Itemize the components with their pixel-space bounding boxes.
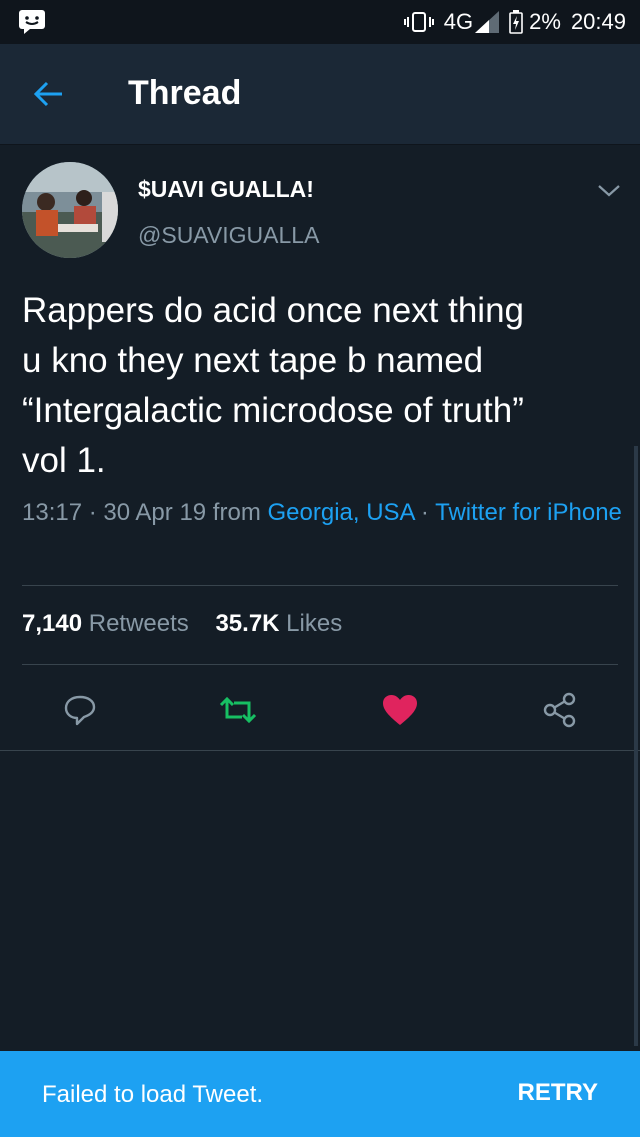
divider	[22, 664, 618, 665]
tweet-actions	[0, 684, 640, 736]
retweets-count: 7,140	[22, 610, 83, 637]
tweet-text: Rappers do acid once next thing u kno th…	[22, 291, 524, 480]
client-link[interactable]: Twitter for iPhone	[435, 499, 622, 526]
vibrate-icon	[403, 12, 434, 32]
share-icon	[543, 692, 576, 728]
back-button[interactable]	[26, 76, 70, 112]
avatar-image	[22, 162, 118, 258]
tweet-stats: 7,140 Retweets 35.7K Likes	[22, 610, 342, 638]
arrow-left-icon	[33, 81, 62, 107]
notification-app-icon	[19, 10, 45, 34]
network-type: 4G	[443, 9, 474, 34]
top-app-bar: Thread	[0, 44, 640, 145]
tweet-timestamp: 13:17 · 30 Apr 19 from	[22, 499, 268, 526]
share-button[interactable]	[534, 684, 586, 736]
status-bar: 4G 2% 20:49	[0, 0, 640, 44]
reply-icon	[64, 695, 96, 726]
heart-icon	[383, 695, 417, 725]
author-name[interactable]: $UAVI GUALLA!	[138, 176, 314, 203]
snackbar-message: Failed to load Tweet.	[42, 1081, 264, 1108]
retweet-button[interactable]	[212, 684, 264, 736]
likes-count: 35.7K	[215, 610, 280, 637]
divider	[22, 585, 618, 586]
divider	[0, 750, 640, 751]
page-title: Thread	[128, 74, 242, 112]
tweet-metadata: 13:17 · 30 Apr 19 from Georgia, USA · Tw…	[22, 496, 622, 529]
meta-separator: ·	[414, 499, 436, 526]
retry-button[interactable]: RETRY	[518, 1079, 598, 1107]
retweets-label: Retweets	[88, 610, 189, 637]
battery-charging-icon	[509, 10, 523, 34]
scrollbar[interactable]	[634, 446, 638, 1046]
likes-stat[interactable]: 35.7K Likes	[215, 610, 342, 637]
clock-time: 20:49	[570, 9, 626, 34]
retweets-stat[interactable]: 7,140 Retweets	[22, 610, 189, 637]
battery-percent: 2%	[529, 9, 561, 34]
chevron-down-icon[interactable]	[594, 178, 624, 202]
avatar[interactable]	[22, 162, 118, 258]
snackbar: Failed to load Tweet. RETRY	[0, 1051, 640, 1137]
reply-button[interactable]	[54, 684, 106, 736]
location-link[interactable]: Georgia, USA	[267, 499, 414, 526]
likes-label: Likes	[286, 610, 343, 637]
signal-icon	[475, 11, 500, 33]
author-handle[interactable]: @SUAVIGUALLA	[138, 222, 319, 249]
retweet-icon	[219, 696, 257, 724]
like-button[interactable]	[374, 684, 426, 736]
